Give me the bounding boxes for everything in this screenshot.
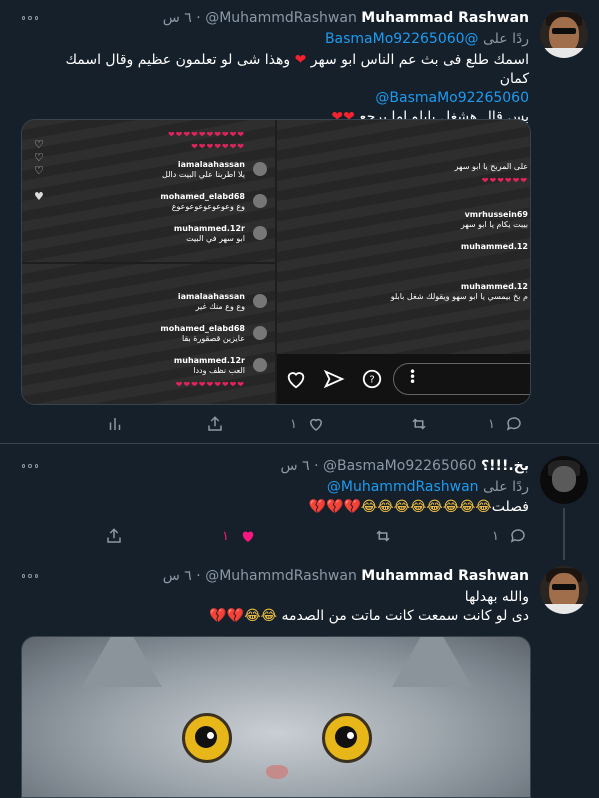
retweet-icon [376, 530, 390, 542]
send-icon [323, 369, 345, 389]
user-handle[interactable]: @MuhammdRashwan [205, 10, 357, 26]
timestamp[interactable]: ٦ س [163, 10, 192, 26]
tweet-text: والله بهدلها دى لو كانت سمعت كانت ماتت م… [209, 588, 529, 626]
tweet-line: كمان [499, 71, 529, 87]
media-panel: على المربح يا ابو سهر ❤❤❤❤❤❤ vmrhussein6… [277, 120, 530, 404]
reply-mention-link[interactable]: @MuhammdRashwan [327, 479, 479, 495]
thread-line [563, 508, 565, 560]
share-icon [208, 416, 222, 431]
instagram-toolbar: ? • • • [277, 354, 530, 404]
tweet-text: اسمك طلع فى بث عم الناس ابو سهر ❤ وهذا ش… [65, 51, 529, 127]
heart-emoji: ❤ [294, 52, 307, 68]
tweet-line: اسمك طلع فى بث عم الناس ابو سهر ❤ وهذا ش… [65, 52, 529, 68]
reply-button[interactable]: ١ [488, 414, 523, 434]
like-count: ١ [290, 416, 297, 432]
user-name[interactable]: بخ.!!!؟ [481, 458, 529, 474]
share-icon [107, 528, 121, 543]
media-panel: iamalaahassan وع وع منك غير mohamed_elabd… [22, 264, 275, 404]
analytics-icon [109, 418, 121, 430]
reply-count: ١ [492, 528, 499, 544]
reply-button[interactable]: ١ [492, 526, 527, 546]
avatar[interactable] [540, 456, 588, 504]
reply-count: ١ [488, 416, 495, 432]
avatar[interactable] [540, 566, 588, 614]
heart-icon [287, 372, 305, 389]
share-button[interactable] [105, 526, 123, 546]
laughing-emoji: 😂😂😂😂😂😂😂😂 [360, 499, 492, 515]
heart-icon [309, 418, 322, 431]
retweet-icon [412, 418, 426, 430]
question-icon: ? [362, 369, 382, 389]
reply-context: ردًا على @MuhammdRashwan [327, 479, 529, 495]
timestamp[interactable]: ٦ س [281, 458, 310, 474]
timestamp[interactable]: ٦ س [163, 568, 192, 584]
svg-text:?: ? [369, 375, 374, 386]
more-icon[interactable] [22, 574, 38, 578]
tweet-2[interactable]: ٦ س · @BasmaMo92265060 بخ.!!!؟ ردًا على … [0, 444, 599, 560]
reply-icon [506, 417, 521, 431]
tweet-header: ٦ س · @BasmaMo92265060 بخ.!!!؟ [280, 458, 529, 474]
reply-mention-link[interactable]: @BasmaMo92265060 [325, 31, 479, 47]
reply-context: ردًا على @BasmaMo92265060 [325, 31, 529, 47]
like-count: ١ [222, 528, 229, 544]
tweet-header: ٦ س · @MuhammdRashwan Muhammad Rashwan [162, 568, 529, 584]
user-name[interactable]: Muhammad Rashwan [361, 10, 529, 26]
tweet-1[interactable]: ٦ س · @MuhammdRashwan Muhammad Rashwan ر… [0, 0, 599, 443]
like-button[interactable]: ١ [290, 414, 325, 434]
avatar[interactable] [540, 10, 588, 58]
user-handle[interactable]: @MuhammdRashwan [205, 568, 357, 584]
tweet-line: دى لو كانت سمعت كانت ماتت من الصدمه 😂😂💔💔 [209, 608, 529, 624]
user-handle[interactable]: @BasmaMo92265060 [323, 458, 477, 474]
like-button[interactable]: ١ [222, 526, 257, 546]
more-icon[interactable] [22, 16, 38, 20]
tweet-media[interactable]: ❤❤❤❤❤❤❤❤❤❤ ❤❤❤❤❤❤❤ iamalaahassan يلا اطرب… [21, 119, 531, 405]
analytics-button[interactable] [106, 414, 124, 434]
reply-prefix: ردًا على [483, 479, 529, 495]
heart-icon [242, 531, 254, 542]
more-icon[interactable] [22, 464, 38, 468]
tweet-actions: ١ ١ [100, 414, 530, 434]
share-button[interactable] [206, 414, 224, 434]
reply-prefix: ردًا على [483, 31, 529, 47]
laughing-emoji: 😂😂 [244, 608, 278, 624]
media-panel: ❤❤❤❤❤❤❤❤❤❤ ❤❤❤❤❤❤❤ iamalaahassan يلا اطرب… [22, 120, 275, 262]
mention-link[interactable]: @BasmaMo92265060 [375, 90, 529, 106]
tweet-line: والله بهدلها [464, 589, 529, 605]
retweet-button[interactable] [410, 414, 428, 434]
broken-heart-emoji: 💔💔 [209, 608, 245, 624]
tweet-media-image[interactable] [21, 636, 531, 798]
user-name[interactable]: Muhammad Rashwan [361, 568, 529, 584]
tweet-actions: ١ ١ [100, 526, 530, 546]
dots-icon: • • • [409, 365, 417, 389]
tweet-header: ٦ س · @MuhammdRashwan Muhammad Rashwan [162, 10, 529, 26]
retweet-button[interactable] [374, 526, 392, 546]
tweet-line: @BasmaMo92265060 [65, 89, 529, 108]
reply-icon [510, 529, 525, 543]
tweet-text: فصلت😂😂😂😂😂😂😂😂💔💔💔 [308, 499, 529, 515]
broken-heart-emoji: 💔💔💔 [308, 499, 361, 515]
